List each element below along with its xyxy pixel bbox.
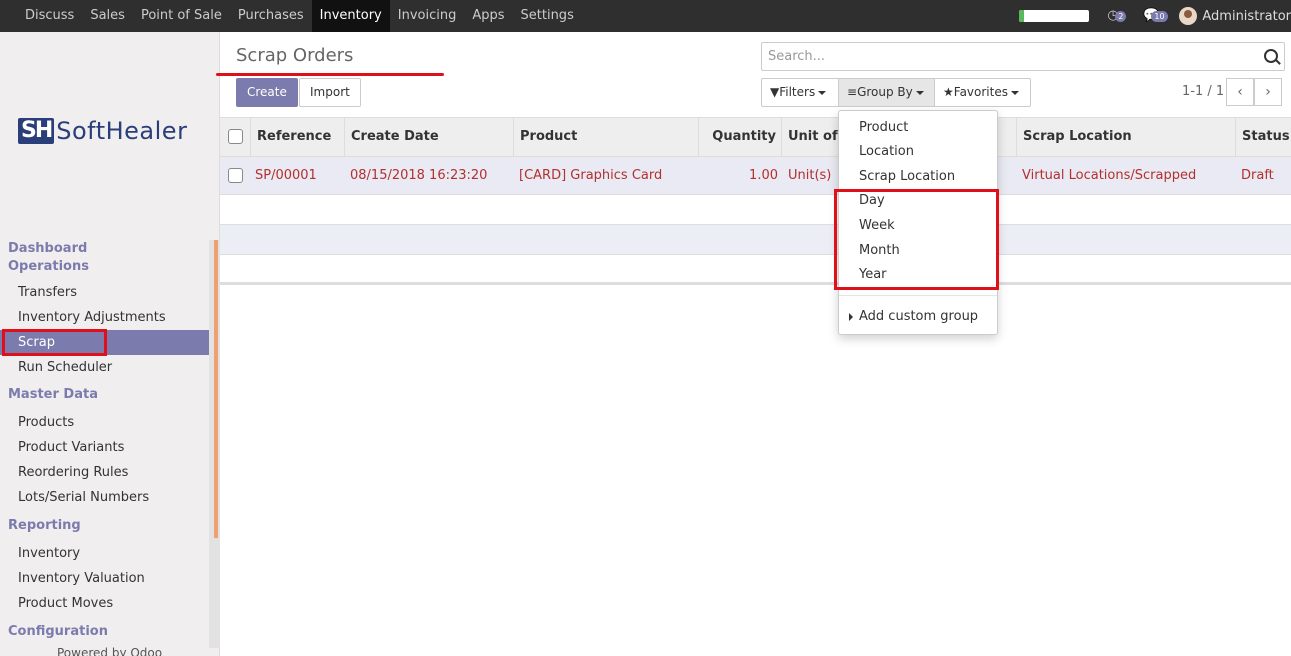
- powered-by: Powered by Odoo: [57, 647, 163, 656]
- sidebar-item-lots-serial-numbers[interactable]: Lots/Serial Numbers: [0, 485, 209, 510]
- table-header: Reference Create Date Product Quantity U…: [220, 117, 1291, 157]
- logo-mark: SH: [18, 118, 55, 144]
- groupby-dropdown: Product Location Scrap Location Day Week…: [838, 110, 998, 335]
- empty-row: [220, 195, 1291, 225]
- menu-sales[interactable]: Sales: [82, 0, 133, 32]
- search-input[interactable]: Search...: [768, 49, 825, 64]
- empty-row: [220, 225, 1291, 255]
- empty-row: [220, 255, 1291, 285]
- pager-previous-button[interactable]: ‹: [1226, 78, 1254, 106]
- menu-inventory[interactable]: Inventory: [311, 0, 390, 32]
- activity-icon[interactable]: ◷ 2: [1107, 8, 1127, 24]
- menu-purchases[interactable]: Purchases: [230, 0, 312, 32]
- caret-down-icon: [915, 90, 924, 95]
- filters-label: Filters: [779, 85, 816, 99]
- star-icon: ★: [943, 85, 954, 99]
- page-title: Scrap Orders: [236, 45, 354, 66]
- column-header-create-date[interactable]: Create Date: [344, 118, 514, 156]
- column-header-reference[interactable]: Reference: [250, 118, 345, 156]
- chat-icon[interactable]: 💬10: [1143, 8, 1168, 24]
- avatar: [1179, 7, 1198, 25]
- sidebar-nav: Dashboard Operations Transfers Inventory…: [0, 240, 209, 656]
- dropdown-divider: [839, 295, 997, 296]
- company-logo: SH SoftHealer: [18, 116, 187, 146]
- favorites-button[interactable]: ★Favorites: [934, 78, 1031, 107]
- sidebar-header-reporting[interactable]: Reporting: [0, 510, 209, 541]
- sidebar-header-master-data[interactable]: Master Data: [0, 380, 209, 410]
- menu-discuss[interactable]: Discuss: [17, 0, 82, 32]
- sidebar-item-reordering-rules[interactable]: Reordering Rules: [0, 460, 209, 485]
- sidebar-item-product-moves[interactable]: Product Moves: [0, 591, 209, 616]
- sidebar-item-scrap[interactable]: Scrap: [0, 330, 209, 355]
- sidebar-header-configuration[interactable]: Configuration: [0, 616, 209, 647]
- groupby-label: Group By: [857, 85, 913, 99]
- top-navbar: Discuss Sales Point of Sale Purchases In…: [0, 0, 1291, 32]
- list-icon: ≡: [847, 85, 858, 99]
- sidebar-header-dashboard[interactable]: Dashboard: [0, 240, 209, 258]
- main-content: Scrap Orders Create Import Search... ▼Fi…: [216, 32, 1291, 656]
- cell-quantity: 1.00: [749, 168, 778, 183]
- progress-bar[interactable]: [1019, 10, 1090, 22]
- messages-badge: 10: [1151, 11, 1168, 22]
- sidebar-item-inventory[interactable]: Inventory: [0, 541, 209, 566]
- cell-status: Draft: [1241, 168, 1274, 183]
- groupby-button[interactable]: ≡Group By: [838, 78, 935, 107]
- import-button[interactable]: Import: [299, 78, 361, 107]
- user-name: Administrator: [1202, 8, 1291, 24]
- cell-scrap-location: Virtual Locations/Scrapped: [1022, 168, 1197, 183]
- groupby-option-day[interactable]: Day: [839, 189, 997, 213]
- groupby-option-scrap-location[interactable]: Scrap Location: [839, 165, 997, 189]
- sidebar-item-inventory-valuation[interactable]: Inventory Valuation: [0, 566, 209, 591]
- groupby-option-location[interactable]: Location: [839, 140, 997, 164]
- column-header-quantity[interactable]: Quantity: [698, 118, 782, 156]
- menu-apps[interactable]: Apps: [464, 0, 512, 32]
- search-bar[interactable]: Search...: [761, 42, 1285, 71]
- select-all-checkbox[interactable]: [228, 129, 243, 144]
- cell-unit: Unit(s): [788, 168, 832, 183]
- scrollbar-thumb[interactable]: [214, 240, 218, 538]
- menu-point-of-sale[interactable]: Point of Sale: [133, 0, 230, 32]
- app-menu: Discuss Sales Point of Sale Purchases In…: [17, 0, 582, 32]
- pager-value[interactable]: 1-1 / 1: [1182, 84, 1224, 99]
- groupby-option-week[interactable]: Week: [839, 214, 997, 238]
- sidebar-header-operations[interactable]: Operations: [0, 258, 209, 280]
- sidebar-item-run-scheduler[interactable]: Run Scheduler: [0, 355, 209, 380]
- groupby-option-month[interactable]: Month: [839, 239, 997, 263]
- cell-create-date: 08/15/2018 16:23:20: [350, 168, 488, 183]
- caret-down-icon: [1010, 90, 1019, 95]
- create-button[interactable]: Create: [236, 78, 298, 107]
- filters-button[interactable]: ▼Filters: [761, 78, 839, 107]
- logo-text: SoftHealer: [56, 117, 188, 145]
- sidebar-item-product-variants[interactable]: Product Variants: [0, 435, 209, 460]
- table-row[interactable]: SP/00001 08/15/2018 16:23:20 [CARD] Grap…: [220, 157, 1291, 195]
- column-header-status[interactable]: Status: [1235, 118, 1291, 156]
- menu-invoicing[interactable]: Invoicing: [390, 0, 465, 32]
- sidebar-item-products[interactable]: Products: [0, 410, 209, 435]
- sidebar: SH SoftHealer Dashboard Operations Trans…: [0, 32, 220, 656]
- search-icon[interactable]: [1264, 49, 1278, 63]
- caret-down-icon: [818, 90, 827, 95]
- progress-fill: [1019, 10, 1025, 22]
- title-highlight-underline: [216, 73, 444, 76]
- menu-settings[interactable]: Settings: [513, 0, 582, 32]
- sidebar-item-inventory-adjustments[interactable]: Inventory Adjustments: [0, 305, 209, 330]
- groupby-option-product[interactable]: Product: [839, 116, 997, 140]
- add-custom-group[interactable]: Add custom group: [839, 305, 997, 329]
- column-header-scrap-location[interactable]: Scrap Location: [1016, 118, 1236, 156]
- list-view-table: Reference Create Date Product Quantity U…: [220, 117, 1291, 285]
- row-checkbox[interactable]: [228, 168, 243, 183]
- table-footer-divider: [220, 282, 1291, 285]
- cell-reference: SP/00001: [255, 168, 317, 183]
- favorites-label: Favorites: [953, 85, 1008, 99]
- cell-product: [CARD] Graphics Card: [519, 168, 663, 183]
- filter-icon: ▼: [770, 85, 780, 99]
- pager-next-button[interactable]: ›: [1254, 78, 1282, 106]
- sidebar-scrollbar[interactable]: [209, 240, 220, 648]
- user-menu[interactable]: Administrator: [1179, 7, 1291, 25]
- column-header-product[interactable]: Product: [513, 118, 699, 156]
- activity-badge: 2: [1115, 11, 1127, 22]
- groupby-option-year[interactable]: Year: [839, 263, 997, 287]
- sidebar-item-transfers[interactable]: Transfers: [0, 280, 209, 305]
